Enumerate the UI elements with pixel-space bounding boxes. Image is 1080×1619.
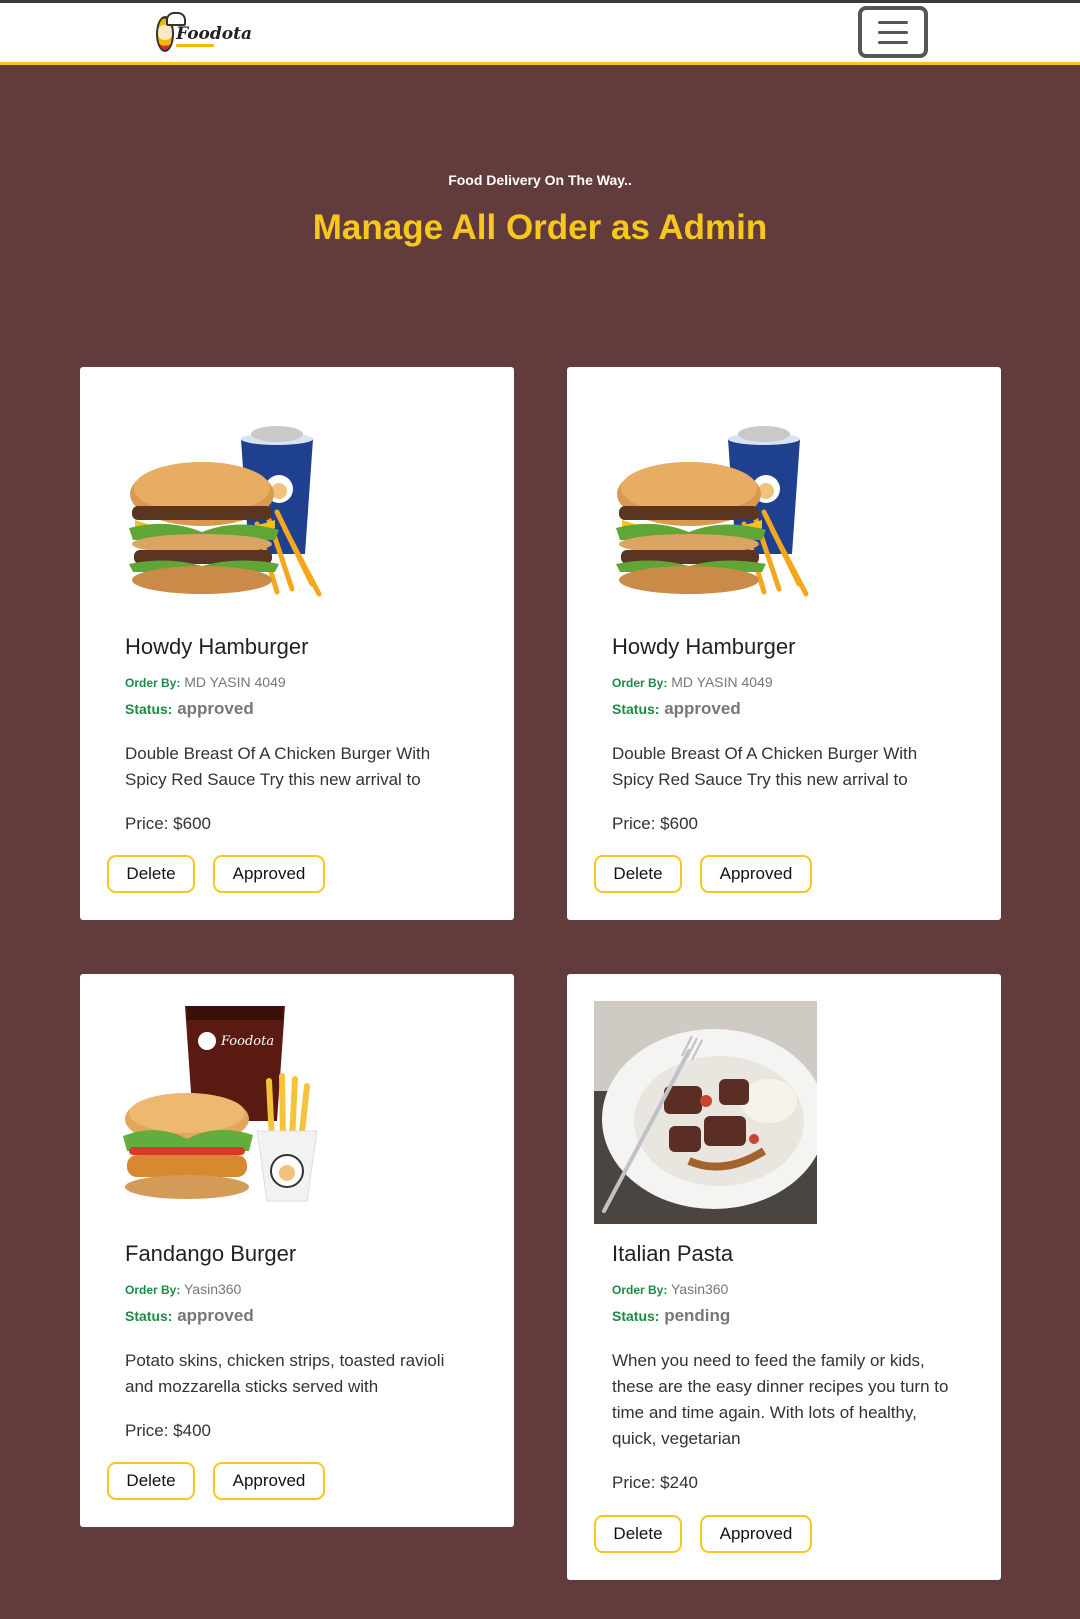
- order-by-value: Yasin360: [184, 1281, 242, 1297]
- order-price: Price: $600: [125, 814, 211, 833]
- order-price: Price: $240: [612, 1473, 698, 1492]
- chicken-burger-combo-icon: Foodota: [107, 1001, 330, 1224]
- approve-button[interactable]: Approved: [213, 855, 325, 893]
- order-by-value: MD YASIN 4049: [184, 674, 286, 690]
- order-by: Order By: MD YASIN 4049: [125, 674, 286, 690]
- order-by: Order By: MD YASIN 4049: [612, 674, 773, 690]
- approve-button[interactable]: Approved: [700, 855, 812, 893]
- hero-subtitle: Food Delivery On The Way..: [448, 172, 632, 188]
- status-value: approved: [177, 699, 254, 718]
- status-label: Status:: [612, 1308, 660, 1324]
- approve-button[interactable]: Approved: [700, 1515, 812, 1553]
- order-status: Status: approved: [125, 699, 254, 719]
- order-status: Status: pending: [612, 1306, 730, 1326]
- status-label: Status:: [612, 701, 660, 717]
- delete-button[interactable]: Delete: [594, 1515, 682, 1553]
- order-description: Double Breast Of A Chicken Burger With S…: [612, 744, 918, 789]
- burger-combo-icon: [594, 394, 817, 617]
- delete-button[interactable]: Delete: [594, 855, 682, 893]
- order-description: Double Breast Of A Chicken Burger With S…: [125, 744, 431, 789]
- foodota-logo[interactable]: Foodota: [156, 12, 252, 53]
- order-item-name: Howdy Hamburger: [612, 634, 796, 659]
- menu-line-icon: [878, 40, 908, 44]
- delete-button[interactable]: Delete: [107, 1462, 195, 1500]
- order-price: Price: $600: [612, 814, 698, 833]
- order-item-name: Howdy Hamburger: [125, 634, 309, 659]
- order-by-label: Order By:: [125, 676, 181, 690]
- order-card: Italian Pasta Order By: Yasin360 Status:…: [567, 974, 1001, 1580]
- order-description: When you need to feed the family or kids…: [612, 1351, 949, 1448]
- order-description: Potato skins, chicken strips, toasted ra…: [125, 1351, 445, 1396]
- order-by-label: Order By:: [125, 1283, 181, 1297]
- page-title: Manage All Order as Admin: [312, 208, 768, 247]
- order-status: Status: approved: [125, 1306, 254, 1326]
- order-item-name: Fandango Burger: [125, 1241, 297, 1266]
- order-by-label: Order By:: [612, 676, 668, 690]
- logo-text: Foodota: [176, 24, 252, 47]
- hamburger-menu-button[interactable]: [858, 6, 928, 58]
- svg-text:Foodota: Foodota: [220, 1034, 274, 1049]
- approve-button[interactable]: Approved: [213, 1462, 325, 1500]
- order-card: Howdy Hamburger Order By: MD YASIN 4049 …: [567, 367, 1001, 920]
- order-by-value: Yasin360: [671, 1281, 729, 1297]
- burger-combo-icon: [107, 394, 330, 617]
- menu-line-icon: [878, 30, 908, 34]
- order-by: Order By: Yasin360: [612, 1281, 728, 1297]
- order-price: Price: $400: [125, 1421, 211, 1440]
- status-value: pending: [664, 1306, 731, 1325]
- menu-line-icon: [878, 20, 908, 24]
- status-value: approved: [664, 699, 741, 718]
- chef-logo-icon: [156, 12, 187, 52]
- order-by-label: Order By:: [612, 1283, 668, 1297]
- order-card: Howdy Hamburger Order By: MD YASIN 4049 …: [80, 367, 514, 920]
- pot-roast-plate-icon: [594, 1001, 817, 1224]
- status-label: Status:: [125, 1308, 173, 1324]
- order-by-value: MD YASIN 4049: [671, 674, 773, 690]
- order-by: Order By: Yasin360: [125, 1281, 241, 1297]
- top-navbar: Foodota: [0, 0, 1080, 65]
- status-value: approved: [177, 1306, 254, 1325]
- order-item-name: Italian Pasta: [612, 1241, 734, 1266]
- status-label: Status:: [125, 701, 173, 717]
- order-card: Foodota Fandango Burger Order By: Yasin3…: [80, 974, 514, 1527]
- order-status: Status: approved: [612, 699, 741, 719]
- delete-button[interactable]: Delete: [107, 855, 195, 893]
